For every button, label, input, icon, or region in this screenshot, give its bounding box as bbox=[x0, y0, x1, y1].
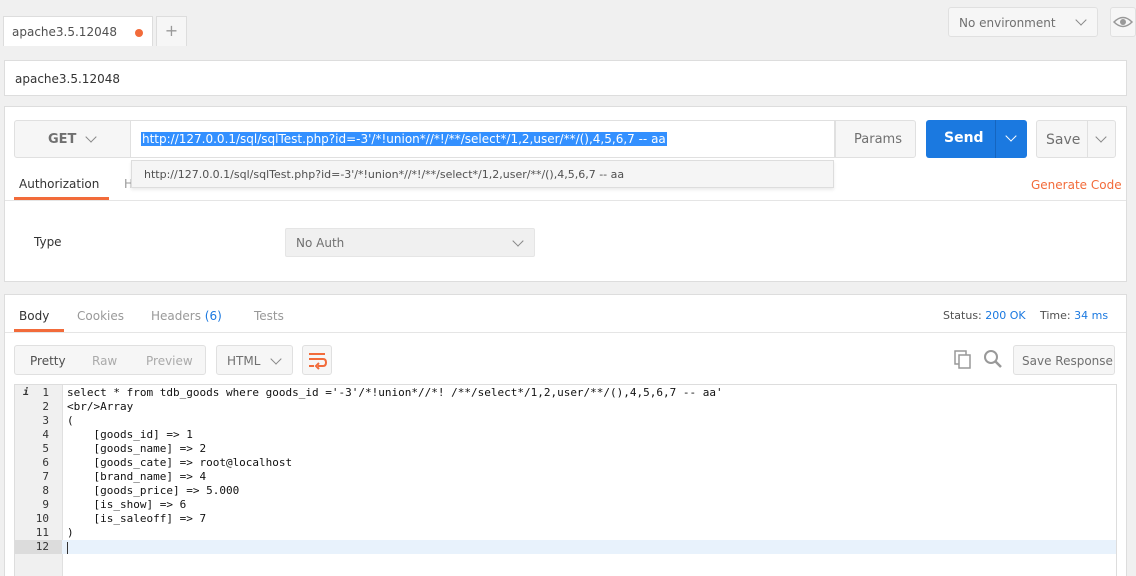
divider bbox=[5, 200, 1126, 201]
request-name-bar[interactable]: apache3.5.12048 bbox=[4, 60, 1127, 96]
code-line-active[interactable]: 12 bbox=[15, 540, 1116, 554]
view-preview-button[interactable]: Preview bbox=[146, 354, 193, 368]
code-text: ) bbox=[67, 526, 74, 539]
time-value: 34 ms bbox=[1074, 309, 1109, 322]
wrap-lines-button[interactable] bbox=[302, 345, 332, 375]
code-line: 4 [goods_id] => 1 bbox=[15, 428, 1116, 442]
request-name: apache3.5.12048 bbox=[15, 72, 120, 86]
code-text: [goods_id] => 1 bbox=[67, 428, 193, 441]
line-number: 10 bbox=[35, 512, 49, 525]
code-text: [brand_name] => 4 bbox=[67, 470, 207, 483]
divider bbox=[5, 332, 1126, 333]
code-line: 5 [goods_name] => 2 bbox=[15, 442, 1116, 456]
code-text: [goods_price] => 5.000 bbox=[67, 484, 240, 497]
chevron-down-icon bbox=[270, 353, 282, 365]
code-text: <br/>Array bbox=[67, 400, 134, 413]
code-line: i 1 select * from tdb_goods where goods_… bbox=[15, 386, 1116, 400]
tab-headers-response[interactable]: Headers (6) bbox=[151, 309, 222, 323]
auth-type-value: No Auth bbox=[296, 236, 345, 250]
eye-icon bbox=[1112, 16, 1134, 28]
send-label: Send bbox=[944, 130, 984, 146]
environment-select[interactable]: No environment bbox=[948, 7, 1098, 37]
code-line: 8 [goods_price] => 5.000 bbox=[15, 484, 1116, 498]
headers-count-badge: (6) bbox=[204, 309, 222, 323]
copy-icon[interactable] bbox=[954, 350, 972, 370]
view-raw-button[interactable]: Raw bbox=[92, 354, 117, 368]
save-response-button[interactable]: Save Response bbox=[1013, 345, 1115, 375]
code-line: 11 ) bbox=[15, 526, 1116, 540]
send-button[interactable]: Send bbox=[926, 120, 1027, 158]
tab-tests[interactable]: Tests bbox=[254, 309, 284, 323]
tab-body-label: Body bbox=[19, 309, 50, 323]
save-button[interactable]: Save bbox=[1036, 120, 1116, 158]
code-line: 3 ( bbox=[15, 414, 1116, 428]
request-tab-label: apache3.5.12048 bbox=[12, 25, 117, 39]
text-cursor bbox=[67, 542, 68, 554]
environment-quick-look-button[interactable] bbox=[1110, 7, 1136, 37]
format-label: HTML bbox=[227, 354, 261, 368]
tab-body[interactable]: Body bbox=[14, 303, 64, 332]
chevron-down-icon[interactable] bbox=[1005, 130, 1017, 142]
line-number: 2 bbox=[42, 400, 49, 413]
time-readout: Time: 34 ms bbox=[1040, 309, 1108, 322]
save-divider bbox=[1087, 121, 1088, 157]
tab-cookies[interactable]: Cookies bbox=[77, 309, 124, 323]
line-number: 6 bbox=[42, 456, 49, 469]
method-label: GET bbox=[48, 132, 77, 147]
unsaved-dot-icon bbox=[135, 29, 143, 37]
code-line: 6 [goods_cate] => root@localhost bbox=[15, 456, 1116, 470]
url-input[interactable]: http://127.0.0.1/sql/sqlTest.php?id=-3'/… bbox=[130, 120, 835, 158]
line-number: 8 bbox=[42, 484, 49, 497]
method-select[interactable]: GET bbox=[14, 120, 131, 158]
code-text: ( bbox=[67, 414, 74, 427]
generate-code-link[interactable]: Generate Code bbox=[1031, 178, 1122, 192]
line-number: 1 bbox=[42, 386, 49, 399]
view-mode-toggle: Pretty Raw Preview bbox=[14, 345, 206, 375]
status-readout: Status: 200 OK bbox=[943, 309, 1026, 322]
code-line: 10 [is_saleoff] => 7 bbox=[15, 512, 1116, 526]
save-response-label: Save Response bbox=[1022, 354, 1113, 368]
add-tab-button[interactable]: + bbox=[156, 16, 187, 46]
code-line: 9 [is_show] => 6 bbox=[15, 498, 1116, 512]
auth-type-label: Type bbox=[34, 235, 62, 249]
code-text: [is_saleoff] => 7 bbox=[67, 512, 207, 525]
line-number: 5 bbox=[42, 442, 49, 455]
send-divider bbox=[995, 120, 996, 158]
code-text: [goods_name] => 2 bbox=[67, 442, 207, 455]
url-text: http://127.0.0.1/sql/sqlTest.php?id=-3'/… bbox=[141, 132, 667, 146]
code-text: [is_show] => 6 bbox=[67, 498, 187, 511]
auth-type-select[interactable]: No Auth bbox=[285, 228, 535, 257]
request-tab[interactable]: apache3.5.12048 bbox=[3, 16, 153, 46]
time-label: Time: bbox=[1040, 309, 1071, 322]
tab-authorization-label: Authorization bbox=[19, 177, 100, 191]
search-icon[interactable] bbox=[983, 349, 1003, 369]
line-number: 3 bbox=[42, 414, 49, 427]
chevron-down-icon bbox=[85, 131, 97, 143]
tab-authorization[interactable]: Authorization bbox=[14, 172, 109, 200]
autocomplete-text: http://127.0.0.1/sql/sqlTest.php?id=-3'/… bbox=[144, 168, 625, 181]
wrap-lines-icon bbox=[309, 353, 328, 370]
chevron-down-icon bbox=[1075, 14, 1087, 26]
line-number: 4 bbox=[42, 428, 49, 441]
params-label: Params bbox=[854, 132, 902, 147]
save-label: Save bbox=[1046, 132, 1081, 148]
chevron-down-icon[interactable] bbox=[1095, 131, 1107, 143]
line-number: 11 bbox=[35, 526, 49, 539]
url-autocomplete-item[interactable]: http://127.0.0.1/sql/sqlTest.php?id=-3'/… bbox=[131, 160, 834, 188]
status-label: Status: bbox=[943, 309, 982, 322]
code-line: 2 <br/>Array bbox=[15, 400, 1116, 414]
line-number: 12 bbox=[15, 540, 62, 554]
environment-label: No environment bbox=[959, 16, 1056, 30]
view-pretty-button[interactable]: Pretty bbox=[30, 354, 66, 368]
code-line: 7 [brand_name] => 4 bbox=[15, 470, 1116, 484]
code-text: select * from tdb_goods where goods_id =… bbox=[67, 386, 723, 399]
tab-headers-label: Headers bbox=[151, 309, 201, 323]
params-button[interactable]: Params bbox=[835, 120, 916, 158]
line-number: 9 bbox=[42, 498, 49, 511]
status-value: 200 OK bbox=[985, 309, 1026, 322]
line-number: 7 bbox=[42, 470, 49, 483]
chevron-down-icon bbox=[512, 235, 524, 247]
format-select[interactable]: HTML bbox=[216, 345, 293, 375]
code-text: [goods_cate] => root@localhost bbox=[67, 456, 293, 469]
